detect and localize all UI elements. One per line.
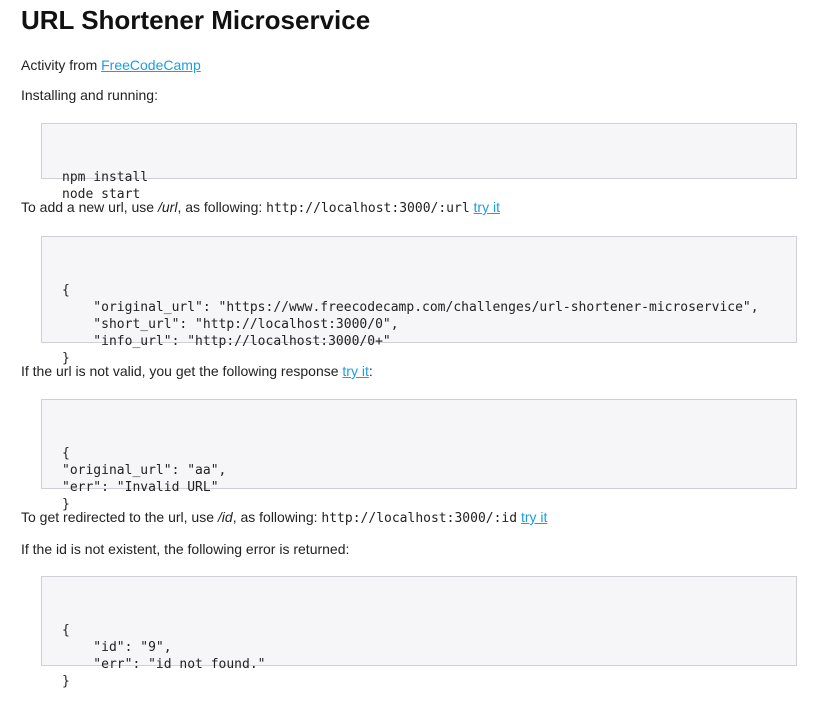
code-line: "err": "Invalid URL" bbox=[62, 480, 219, 495]
invalid-url-try-it-link[interactable]: try it bbox=[342, 363, 368, 379]
code-line: { bbox=[62, 446, 70, 461]
url-path: /url bbox=[157, 199, 178, 215]
code-line: "original_url": "https://www.freecodecam… bbox=[62, 300, 759, 315]
freecodecamp-link[interactable]: FreeCodeCamp bbox=[101, 57, 201, 73]
invalid-url-paragraph: If the url is not valid, you get the fol… bbox=[21, 362, 373, 380]
code-line: { bbox=[62, 623, 70, 638]
intro-paragraph: Activity from FreeCodeCamp bbox=[21, 56, 201, 74]
code-line: "original_url": "aa", bbox=[62, 463, 227, 478]
code-line: { bbox=[62, 283, 70, 298]
redirect-text-mid: , as following: bbox=[232, 509, 322, 525]
add-url-try-it-link[interactable]: try it bbox=[474, 199, 500, 215]
invalid-url-text: If the url is not valid, you get the fol… bbox=[21, 363, 343, 379]
install-heading: Installing and running: bbox=[21, 87, 158, 103]
code-line: "info_url": "http://localhost:3000/0+" bbox=[62, 334, 391, 349]
invalid-url-code-block: { "original_url": "aa", "err": "Invalid UR… bbox=[41, 399, 797, 512]
code-line: "short_url": "http://localhost:3000/0", bbox=[62, 317, 399, 332]
code-line: npm install bbox=[62, 170, 149, 185]
redirect-try-it-link[interactable]: try it bbox=[521, 509, 547, 525]
code-line: "id": "9", bbox=[62, 640, 172, 655]
add-url-text: To add a new url, use bbox=[21, 199, 158, 215]
code-line: "err": "id not found." bbox=[62, 657, 266, 672]
intro-text: Activity from bbox=[21, 57, 102, 73]
add-url-text-mid: , as following: bbox=[177, 199, 267, 215]
redirect-text: To get redirected to the url, use bbox=[21, 509, 218, 525]
invalid-url-suffix: : bbox=[368, 363, 373, 379]
add-url-code-block: { "original_url": "https://www.freecodec… bbox=[41, 236, 797, 366]
id-path: /id bbox=[217, 509, 233, 525]
add-url-endpoint: http://localhost:3000/:url bbox=[266, 201, 470, 216]
redirect-endpoint: http://localhost:3000/:id bbox=[321, 511, 518, 526]
install-code-block: npm install node start bbox=[41, 123, 797, 202]
redirect-paragraph: To get redirected to the url, use /id, a… bbox=[21, 508, 547, 528]
page-title: URL Shortener Microservice bbox=[21, 5, 371, 35]
not-found-heading: If the id is not existent, the following… bbox=[21, 541, 350, 557]
not-found-code-block: { "id": "9", "err": "id not found."} bbox=[41, 576, 797, 689]
add-url-paragraph: To add a new url, use /url, as following… bbox=[21, 198, 500, 218]
